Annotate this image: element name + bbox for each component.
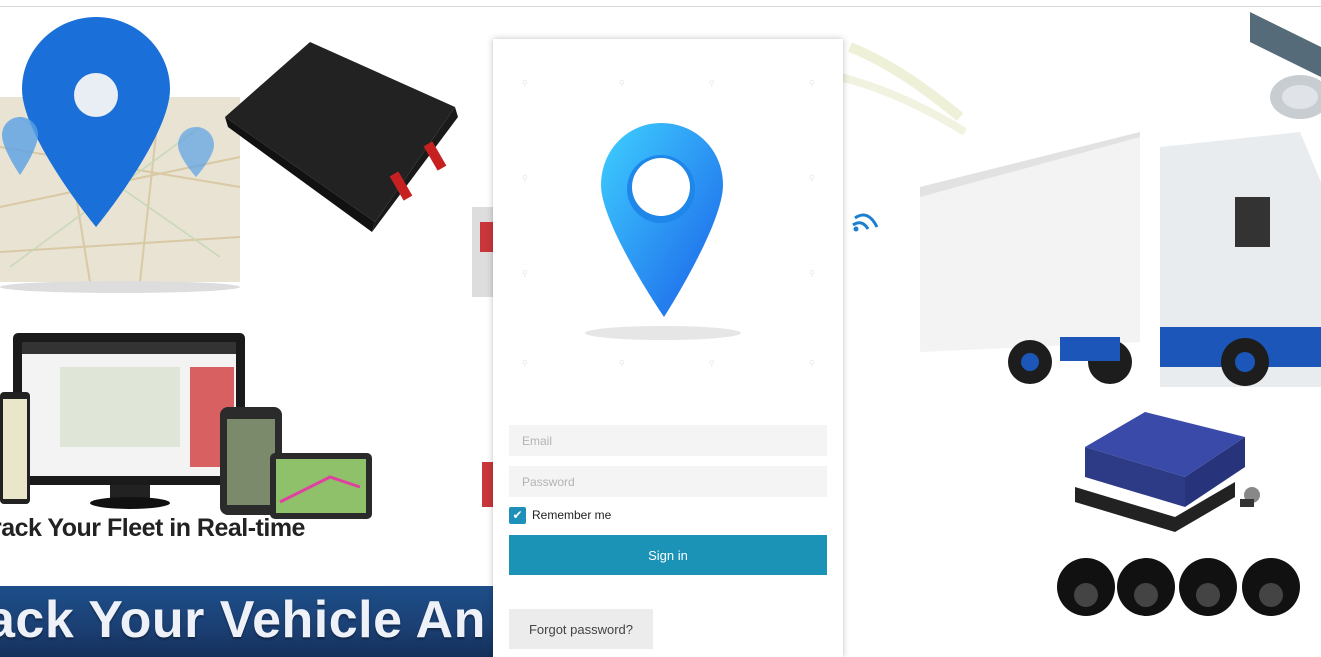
password-field[interactable] [509,466,827,497]
map-pin-icon [601,123,723,317]
login-panel: ⌕ ⌕ ⌕ ⌕ ⌕ ⌕ ⌕ ⌕ ⌕ ⌕ ⌕ ⌕ ✔ [493,39,843,657]
logo-area: ⌕ ⌕ ⌕ ⌕ ⌕ ⌕ ⌕ ⌕ ⌕ ⌕ ⌕ ⌕ [493,39,843,409]
monitor-screens [0,333,372,519]
remember-me[interactable]: ✔ Remember me [509,506,611,524]
gps-tracker-device [225,42,458,232]
forgot-password-button[interactable]: Forgot password? [509,609,653,649]
remember-checkbox[interactable]: ✔ [509,506,526,524]
dome-camera-icon [1057,558,1300,616]
check-icon: ✔ [512,508,523,522]
banner-text: ack Your Vehicle An [0,591,486,649]
tagline-text: rack Your Fleet in Real-time [0,514,305,542]
top-border [0,0,1321,7]
dvr-device [1075,412,1260,532]
truck-image [920,132,1321,387]
satellite-dish-icon [1250,12,1321,119]
wifi-signal-icon [852,213,879,232]
sign-in-button[interactable]: Sign in [509,535,827,575]
email-field[interactable] [509,425,827,456]
banner: ack Your Vehicle An [0,586,493,657]
remember-label: Remember me [532,508,612,522]
